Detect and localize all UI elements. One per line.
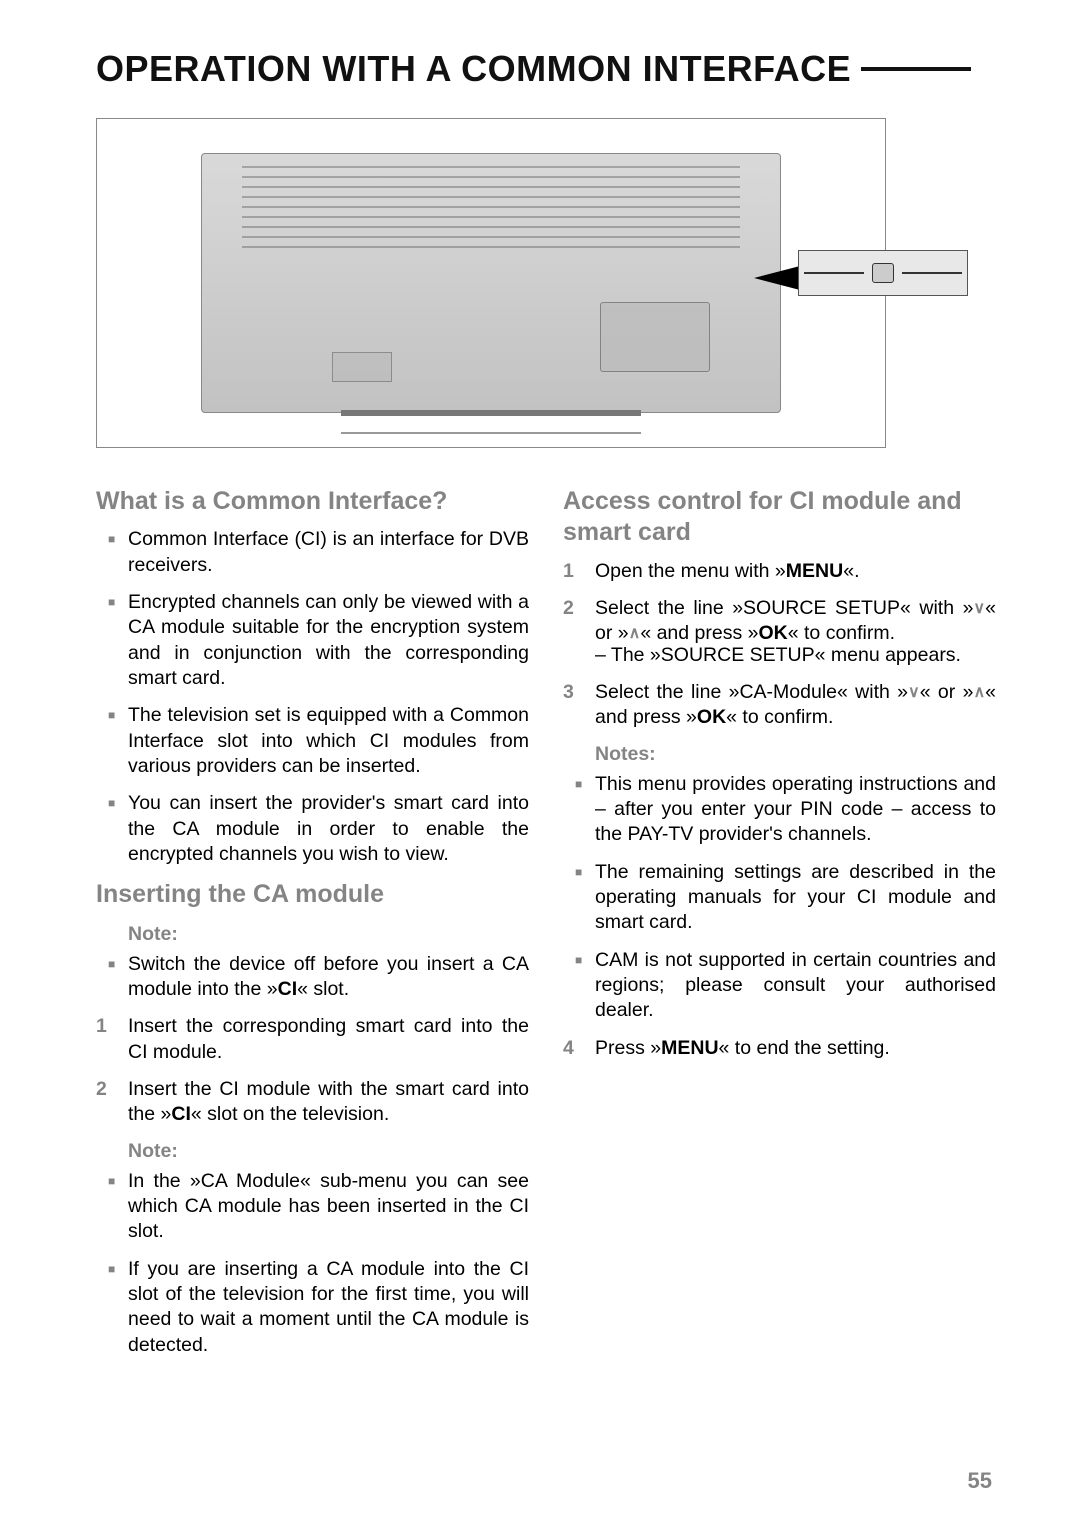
list-item: You can insert the provider's smart card…: [128, 791, 529, 867]
list-item: CAM is not supported in certain countrie…: [595, 948, 996, 1024]
title-text: OPERATION WITH A COMMON INTERFACE: [96, 48, 851, 90]
list-item: The television set is equipped with a Co…: [128, 703, 529, 779]
page-title: OPERATION WITH A COMMON INTERFACE: [96, 48, 996, 90]
access-steps: 1Open the menu with »MENU«. 2Select the …: [563, 559, 996, 731]
heading-inserting: Inserting the CA module: [96, 879, 529, 910]
list-item: Encrypted channels can only be viewed wi…: [128, 590, 529, 691]
list-item: If you are inserting a CA module into th…: [128, 1257, 529, 1358]
list-item: 2Insert the CI module with the smart car…: [96, 1077, 529, 1128]
list-item: 3Select the line »CA-Module« with »∨« or…: [563, 680, 996, 731]
list-item: Switch the device off before you insert …: [128, 952, 529, 1003]
list-item: 4Press »MENU« to end the setting.: [563, 1036, 996, 1061]
page-number: 55: [968, 1468, 992, 1494]
up-arrow-icon: ∧: [629, 626, 641, 642]
up-arrow-icon: ∧: [973, 685, 985, 701]
small-panel: [332, 352, 392, 382]
list-item: Common Interface (CI) is an interface fo…: [128, 527, 529, 578]
connector-panel: [600, 302, 710, 372]
ci-module-card: [798, 250, 968, 296]
left-column: What is a Common Interface? Common Inter…: [96, 478, 529, 1370]
tv-back-panel: [201, 153, 781, 413]
down-arrow-icon: ∨: [973, 601, 985, 617]
arrow-icon: [754, 266, 800, 290]
step2-sub: – The »SOURCE SETUP« menu appears.: [595, 643, 996, 668]
right-column: Access control for CI module and smart c…: [563, 478, 996, 1370]
tv-stand: [341, 410, 641, 434]
note-label: Note:: [128, 923, 529, 946]
note1-list: Switch the device off before you insert …: [128, 952, 529, 1003]
insert-steps: 1Insert the corresponding smart card int…: [96, 1014, 529, 1127]
what-bullet-list: Common Interface (CI) is an interface fo…: [128, 527, 529, 867]
list-item: The remaining settings are described in …: [595, 860, 996, 936]
notes-label: Notes:: [595, 743, 996, 766]
vent-grille: [242, 162, 740, 248]
heading-what-is-ci: What is a Common Interface?: [96, 486, 529, 517]
list-item: This menu provides operating instruction…: [595, 772, 996, 848]
notes-list: This menu provides operating instruction…: [595, 772, 996, 1024]
list-item: In the »CA Module« sub-menu you can see …: [128, 1169, 529, 1245]
list-item: 2Select the line »SOURCE SETUP« with »∨«…: [563, 596, 996, 668]
heading-access-control: Access control for CI module and smart c…: [563, 486, 996, 549]
list-item: 1Insert the corresponding smart card int…: [96, 1014, 529, 1065]
title-rule: [861, 67, 971, 71]
note2-list: In the »CA Module« sub-menu you can see …: [128, 1169, 529, 1358]
down-arrow-icon: ∨: [908, 685, 920, 701]
note-label-2: Note:: [128, 1140, 529, 1163]
access-steps-cont: 4Press »MENU« to end the setting.: [563, 1036, 996, 1061]
tv-rear-illustration: [96, 118, 886, 448]
list-item: 1Open the menu with »MENU«.: [563, 559, 996, 584]
